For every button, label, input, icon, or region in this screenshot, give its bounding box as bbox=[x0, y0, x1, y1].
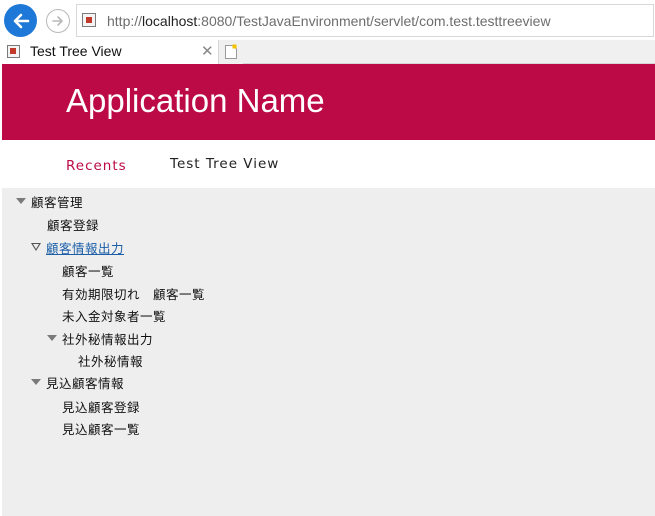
tree-node-kokyaku-jouhou-shutsuryoku[interactable]: 顧客情報出力 bbox=[31, 238, 124, 256]
tree-node-label: 顧客登録 bbox=[47, 217, 100, 233]
tree-node-minyuukin[interactable]: 未入金対象者一覧 bbox=[62, 306, 166, 324]
url-field[interactable]: http://localhost:8080/TestJavaEnvironmen… bbox=[76, 4, 654, 37]
tree-node-kokyaku-ichiran[interactable]: 顧客一覧 bbox=[62, 261, 114, 279]
page-favicon-icon bbox=[7, 45, 20, 58]
tree-node-mikomi-ichiran[interactable]: 見込顧客一覧 bbox=[62, 419, 140, 437]
tree-node-label: 社外秘情報出力 bbox=[62, 331, 154, 347]
tree-node-yuukou-kigengire[interactable]: 有効期限切れ 顧客一覧 bbox=[62, 284, 205, 302]
tree-node-label: 見込顧客情報 bbox=[46, 375, 125, 391]
expand-triangle-icon[interactable] bbox=[16, 196, 26, 206]
tree-node-kokyaku-touroku[interactable]: 顧客登録 bbox=[47, 215, 99, 233]
tree-node-shagaihi-shutsuryoku[interactable]: 社外秘情報出力 bbox=[47, 329, 153, 347]
close-icon[interactable]: ✕ bbox=[201, 42, 214, 60]
tree-node-label: 社外秘情報 bbox=[78, 353, 144, 369]
expand-triangle-icon[interactable] bbox=[47, 333, 57, 343]
nav-recents[interactable]: Recents bbox=[66, 158, 127, 174]
tab-title: Test Tree View bbox=[30, 43, 122, 59]
tree-node-mikomi-kokyaku[interactable]: 見込顧客情報 bbox=[31, 373, 124, 391]
back-button[interactable] bbox=[4, 4, 37, 37]
expand-triangle-icon[interactable] bbox=[31, 242, 41, 252]
forward-button[interactable] bbox=[46, 9, 70, 33]
url-text[interactable]: http://localhost:8080/TestJavaEnvironmen… bbox=[107, 13, 551, 29]
nav-bar: Recents Test Tree View bbox=[0, 140, 655, 188]
nav-test-tree-view[interactable]: Test Tree View bbox=[170, 156, 279, 172]
tree-view: 顧客管理 顧客登録 顧客情報出力 顧客一覧 有効期限切れ 顧客一覧 未入金対象者… bbox=[2, 188, 655, 516]
expand-triangle-icon[interactable] bbox=[31, 377, 41, 387]
url-scheme: http:// bbox=[107, 13, 143, 29]
new-tab-icon bbox=[225, 44, 237, 59]
tab-strip: Test Tree View ✕ bbox=[0, 40, 655, 64]
new-tab-button[interactable] bbox=[219, 40, 243, 64]
page-icon bbox=[82, 13, 96, 27]
url-host: localhost bbox=[142, 13, 198, 29]
address-bar-row: http://localhost:8080/TestJavaEnvironmen… bbox=[0, 0, 655, 40]
tree-node-label: 未入金対象者一覧 bbox=[62, 308, 167, 324]
tree-node-label[interactable]: 顧客情報出力 bbox=[46, 238, 124, 257]
tree-node-kokyaku-kanri[interactable]: 顧客管理 bbox=[16, 192, 83, 210]
tree-node-label: 見込顧客登録 bbox=[62, 399, 141, 415]
forward-arrow-icon bbox=[52, 16, 63, 26]
url-path: :8080/TestJavaEnvironment/servlet/com.te… bbox=[197, 13, 551, 29]
app-header: Application Name bbox=[2, 64, 655, 140]
tab-test-tree-view[interactable]: Test Tree View ✕ bbox=[0, 40, 219, 64]
tree-node-shagaihi-jouhou[interactable]: 社外秘情報 bbox=[78, 351, 143, 369]
tree-node-mikomi-touroku[interactable]: 見込顧客登録 bbox=[62, 397, 140, 415]
back-arrow-icon bbox=[13, 13, 29, 28]
app-title: Application Name bbox=[66, 82, 325, 119]
tree-node-label: 有効期限切れ 顧客一覧 bbox=[62, 286, 206, 302]
tree-node-label: 顧客一覧 bbox=[62, 263, 115, 279]
tree-node-label: 顧客管理 bbox=[31, 194, 84, 210]
tree-node-label: 見込顧客一覧 bbox=[62, 421, 141, 437]
